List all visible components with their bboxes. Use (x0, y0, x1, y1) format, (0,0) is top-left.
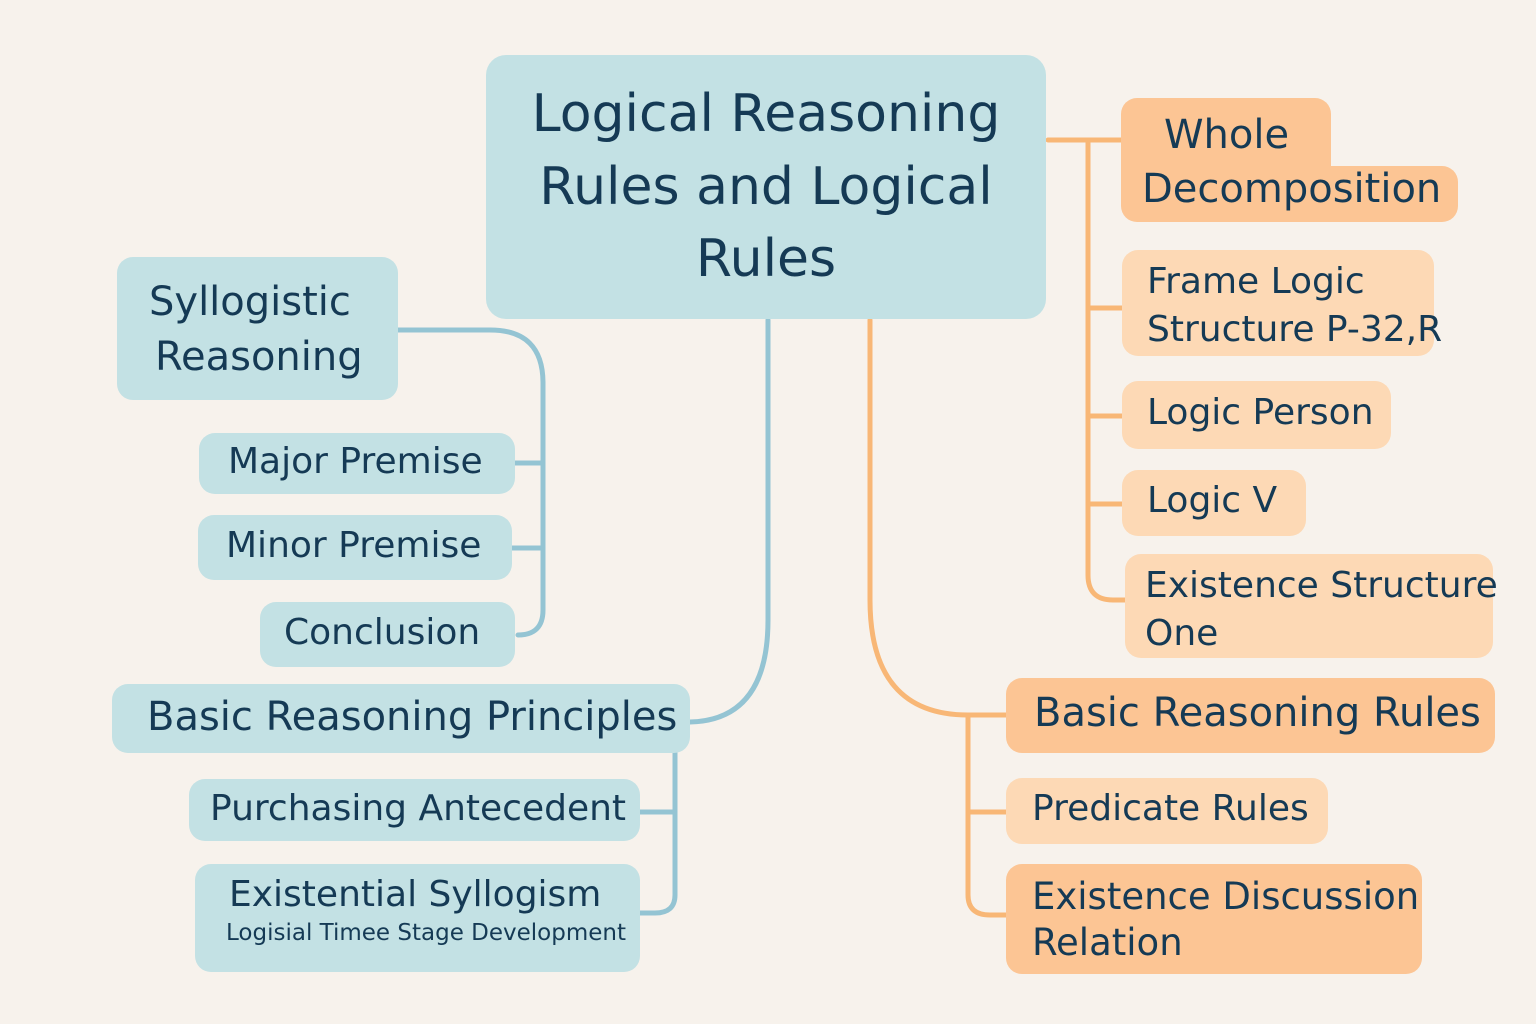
root-title-line-3: Rules (695, 229, 837, 290)
existential-syllogism-sublabel: Logisial Timee Stage Development (226, 920, 626, 947)
basic-reasoning-principles-label: Basic Reasoning Principles (147, 694, 678, 740)
frame-logic-line-1: Frame Logic (1147, 261, 1365, 302)
major-premise-label: Major Premise (228, 441, 483, 482)
logic-person-label: Logic Person (1147, 392, 1374, 433)
purchasing-antecedent-label: Purchasing Antecedent (210, 788, 627, 829)
syllogistic-line-2: Reasoning (155, 334, 363, 381)
minor-premise-label: Minor Premise (226, 525, 482, 566)
predicate-rules-label: Predicate Rules (1032, 788, 1309, 829)
existence-discussion-line-2: Relation (1032, 921, 1183, 965)
existence-structure-line-1: Existence Structure (1145, 565, 1498, 606)
purchasing-antecedent-node: Purchasing Antecedent (189, 779, 640, 841)
existential-syllogism-node: Existential Syllogism Logisial Timee Sta… (195, 864, 640, 972)
predicate-rules-node: Predicate Rules (1006, 778, 1328, 844)
conclusion-label: Conclusion (284, 612, 481, 653)
major-premise-node: Major Premise (199, 433, 515, 494)
frame-logic-structure-node: Frame Logic Structure P-32,R (1122, 250, 1443, 356)
link-root-basic-principles (687, 317, 771, 725)
link-root-basic-rules (867, 317, 1009, 718)
link-basic-principles-children (637, 749, 678, 916)
basic-reasoning-principles-node: Basic Reasoning Principles (112, 684, 690, 753)
existential-syllogism-label: Existential Syllogism (229, 874, 602, 915)
conclusion-node: Conclusion (260, 602, 515, 667)
root-title-line-1: Logical Reasoning (531, 83, 1001, 144)
existence-structure-one-node: Existence Structure One (1125, 554, 1498, 658)
root-node: Logical Reasoning Rules and Logical Rule… (486, 55, 1046, 319)
existence-structure-line-2: One (1145, 612, 1219, 654)
logic-person-node: Logic Person (1122, 381, 1391, 449)
whole-decomposition-line-1: Whole (1164, 112, 1290, 158)
basic-reasoning-rules-label: Basic Reasoning Rules (1034, 690, 1481, 736)
syllogistic-reasoning-node: Syllogistic Reasoning (117, 257, 398, 400)
basic-reasoning-rules-node: Basic Reasoning Rules (1006, 678, 1495, 753)
whole-decomposition-node: Whole Decomposition (1142, 108, 1462, 218)
link-right-top-bracket (1085, 137, 1128, 603)
whole-decomposition-line-2: Decomposition (1142, 166, 1442, 212)
logic-v-node: Logic V (1122, 470, 1306, 536)
syllogistic-line-1: Syllogistic (149, 279, 351, 325)
link-basic-rules-bracket (965, 712, 1009, 918)
minor-premise-node: Minor Premise (198, 515, 512, 580)
frame-logic-line-2: Structure P-32,R (1147, 308, 1443, 350)
root-title-line-2: Rules and Logical (539, 156, 993, 217)
existence-discussion-line-1: Existence Discussion (1032, 875, 1420, 918)
logic-v-label: Logic V (1147, 480, 1278, 521)
existence-discussion-relation-node: Existence Discussion Relation (1006, 864, 1422, 974)
